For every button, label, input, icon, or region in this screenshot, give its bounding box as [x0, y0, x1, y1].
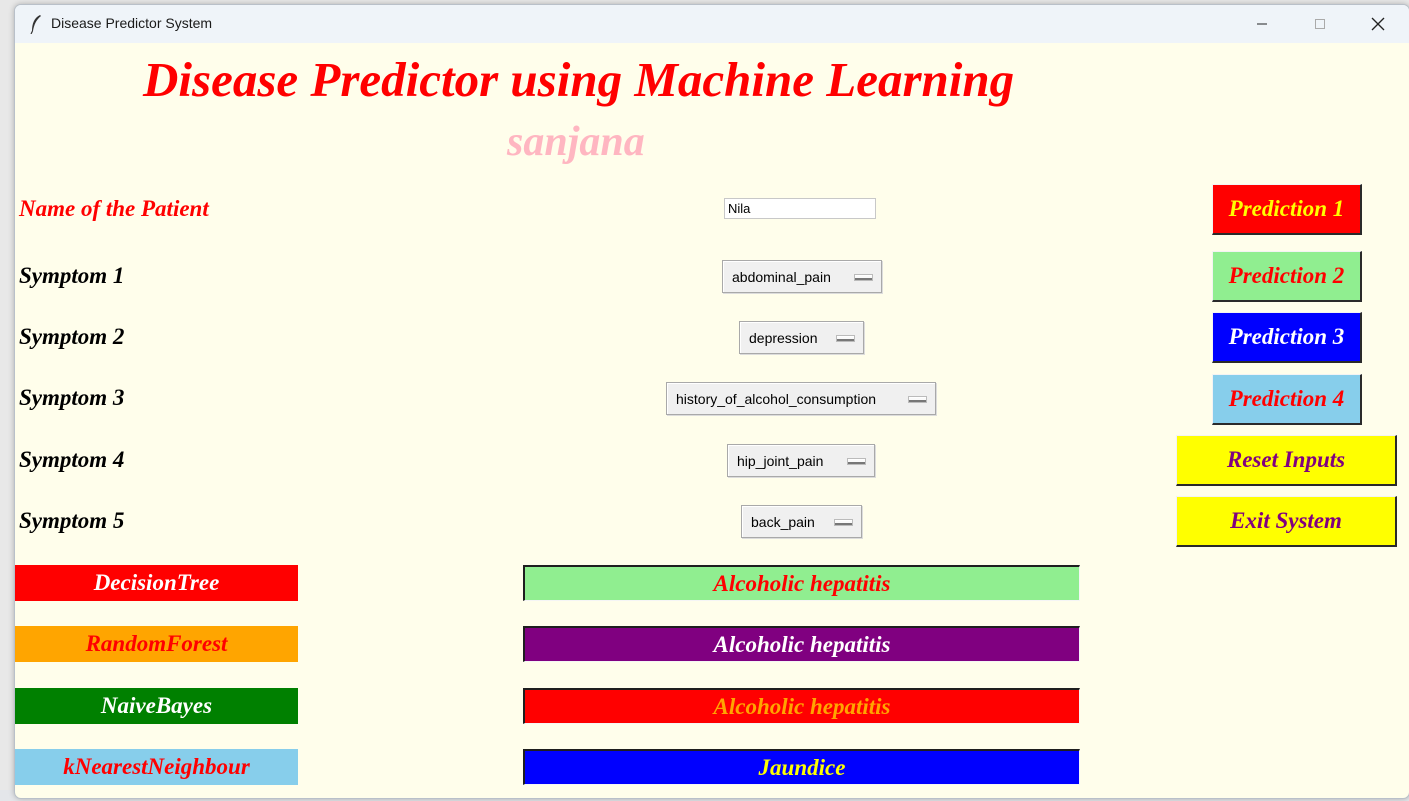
minimize-button[interactable] — [1233, 5, 1291, 43]
option-menu-indicator-icon — [855, 275, 872, 280]
reset-inputs-button[interactable]: Reset Inputs — [1176, 435, 1397, 486]
prediction-4-button[interactable]: Prediction 4 — [1212, 374, 1362, 425]
symptom-3-dropdown[interactable]: history_of_alcohol_consumption — [666, 382, 936, 415]
prediction-3-button[interactable]: Prediction 3 — [1212, 312, 1362, 363]
random-forest-result: Alcoholic hepatitis — [523, 626, 1080, 662]
symptom-2-value: depression — [749, 329, 818, 346]
maximize-icon — [1315, 19, 1325, 29]
minimize-icon — [1257, 23, 1267, 25]
patient-name-label: Name of the Patient — [19, 196, 209, 221]
feather-icon — [30, 15, 41, 34]
symptom-2-label: Symptom 2 — [19, 324, 125, 349]
symptom-5-label: Symptom 5 — [19, 508, 125, 533]
option-menu-indicator-icon — [835, 520, 852, 525]
symptom-3-value: history_of_alcohol_consumption — [676, 390, 877, 407]
symptom-3-label: Symptom 3 — [19, 385, 125, 410]
knn-label: kNearestNeighbour — [15, 749, 298, 785]
symptom-4-label: Symptom 4 — [19, 447, 125, 472]
maximize-button[interactable] — [1291, 5, 1349, 43]
close-icon — [1371, 17, 1385, 31]
symptom-4-dropdown[interactable]: hip_joint_pain — [727, 444, 875, 477]
author-subtitle: sanjana — [507, 119, 645, 165]
symptom-5-value: back_pain — [751, 513, 815, 530]
patient-name-input[interactable] — [724, 198, 876, 219]
prediction-1-button[interactable]: Prediction 1 — [1212, 184, 1362, 235]
window-title: Disease Predictor System — [51, 15, 213, 31]
option-menu-indicator-icon — [848, 459, 865, 464]
app-window: Disease Predictor System Disease Predict… — [14, 4, 1409, 799]
symptom-5-dropdown[interactable]: back_pain — [741, 505, 862, 538]
naive-bayes-result: Alcoholic hepatitis — [523, 688, 1080, 724]
page-title: Disease Predictor using Machine Learning — [143, 52, 1015, 107]
random-forest-label: RandomForest — [15, 626, 298, 662]
naive-bayes-label: NaiveBayes — [15, 688, 298, 724]
option-menu-indicator-icon — [837, 336, 854, 341]
decision-tree-result: Alcoholic hepatitis — [523, 565, 1080, 601]
prediction-2-button[interactable]: Prediction 2 — [1212, 251, 1362, 302]
title-bar: Disease Predictor System — [15, 5, 1409, 43]
symptom-1-label: Symptom 1 — [19, 263, 125, 288]
symptom-1-value: abdominal_pain — [732, 268, 831, 285]
symptom-2-dropdown[interactable]: depression — [739, 321, 864, 354]
symptom-1-dropdown[interactable]: abdominal_pain — [722, 260, 882, 293]
symptom-4-value: hip_joint_pain — [737, 452, 824, 469]
decision-tree-label: DecisionTree — [15, 565, 298, 601]
exit-system-button[interactable]: Exit System — [1176, 496, 1397, 547]
option-menu-indicator-icon — [909, 397, 926, 402]
knn-result: Jaundice — [523, 749, 1080, 785]
close-button[interactable] — [1349, 5, 1407, 43]
